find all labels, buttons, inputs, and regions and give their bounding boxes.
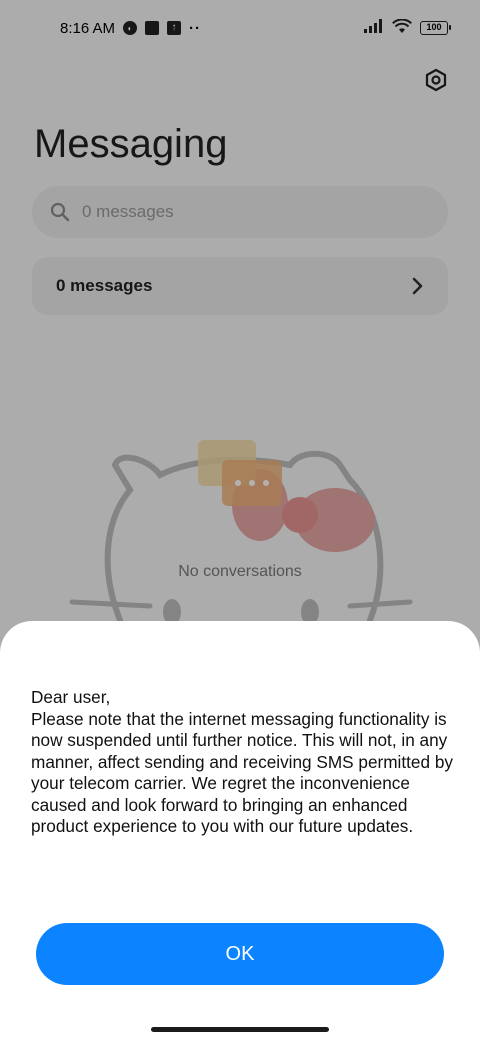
notice-dialog: Dear user, Please note that the internet… — [0, 621, 480, 1040]
dialog-message: Dear user, Please note that the internet… — [31, 687, 453, 836]
ok-button[interactable]: OK — [36, 923, 444, 985]
home-indicator[interactable] — [151, 1027, 329, 1032]
